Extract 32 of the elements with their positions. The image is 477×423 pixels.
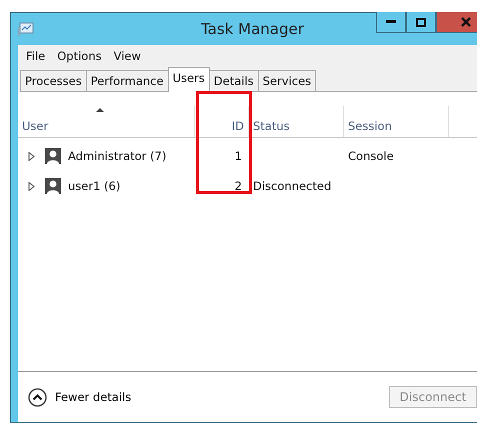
maximize-icon [416,18,426,26]
tab[interactable]: Services [258,70,316,92]
monitor-icon [18,21,34,37]
tab[interactable]: Users [168,67,210,92]
column-header[interactable]: Status [249,106,344,137]
fewer-details-link[interactable]: Fewer details [28,388,132,406]
status-text: Disconnected [253,179,332,193]
menu-item[interactable]: Options [57,49,102,63]
chevron-up-icon [28,388,47,406]
tab[interactable]: Details [208,70,259,92]
tab[interactable]: Performance [86,70,169,92]
minimize-button[interactable] [376,12,406,33]
user-name: Administrator (7) [68,149,166,163]
window-title: Task Manager [201,20,304,38]
user-name: user1 (6) [68,179,120,193]
column-header[interactable]: User [18,106,195,137]
column-header[interactable]: Session [344,106,449,137]
user-icon [45,148,61,164]
expand-arrow-icon[interactable] [28,152,35,160]
column-header[interactable]: ID [195,106,249,137]
session-id: 2 [234,179,242,193]
minimize-icon [386,20,396,24]
menu-item[interactable]: View [114,49,141,63]
tab[interactable]: Processes [20,70,87,92]
close-icon [461,17,471,27]
maximize-button[interactable] [406,12,436,33]
session-name: Console [348,149,394,163]
menu-item[interactable]: File [26,49,46,63]
sort-arrow-icon [96,108,104,112]
user-icon [45,178,61,194]
session-id: 1 [234,149,242,163]
expand-arrow-icon[interactable] [28,182,35,190]
